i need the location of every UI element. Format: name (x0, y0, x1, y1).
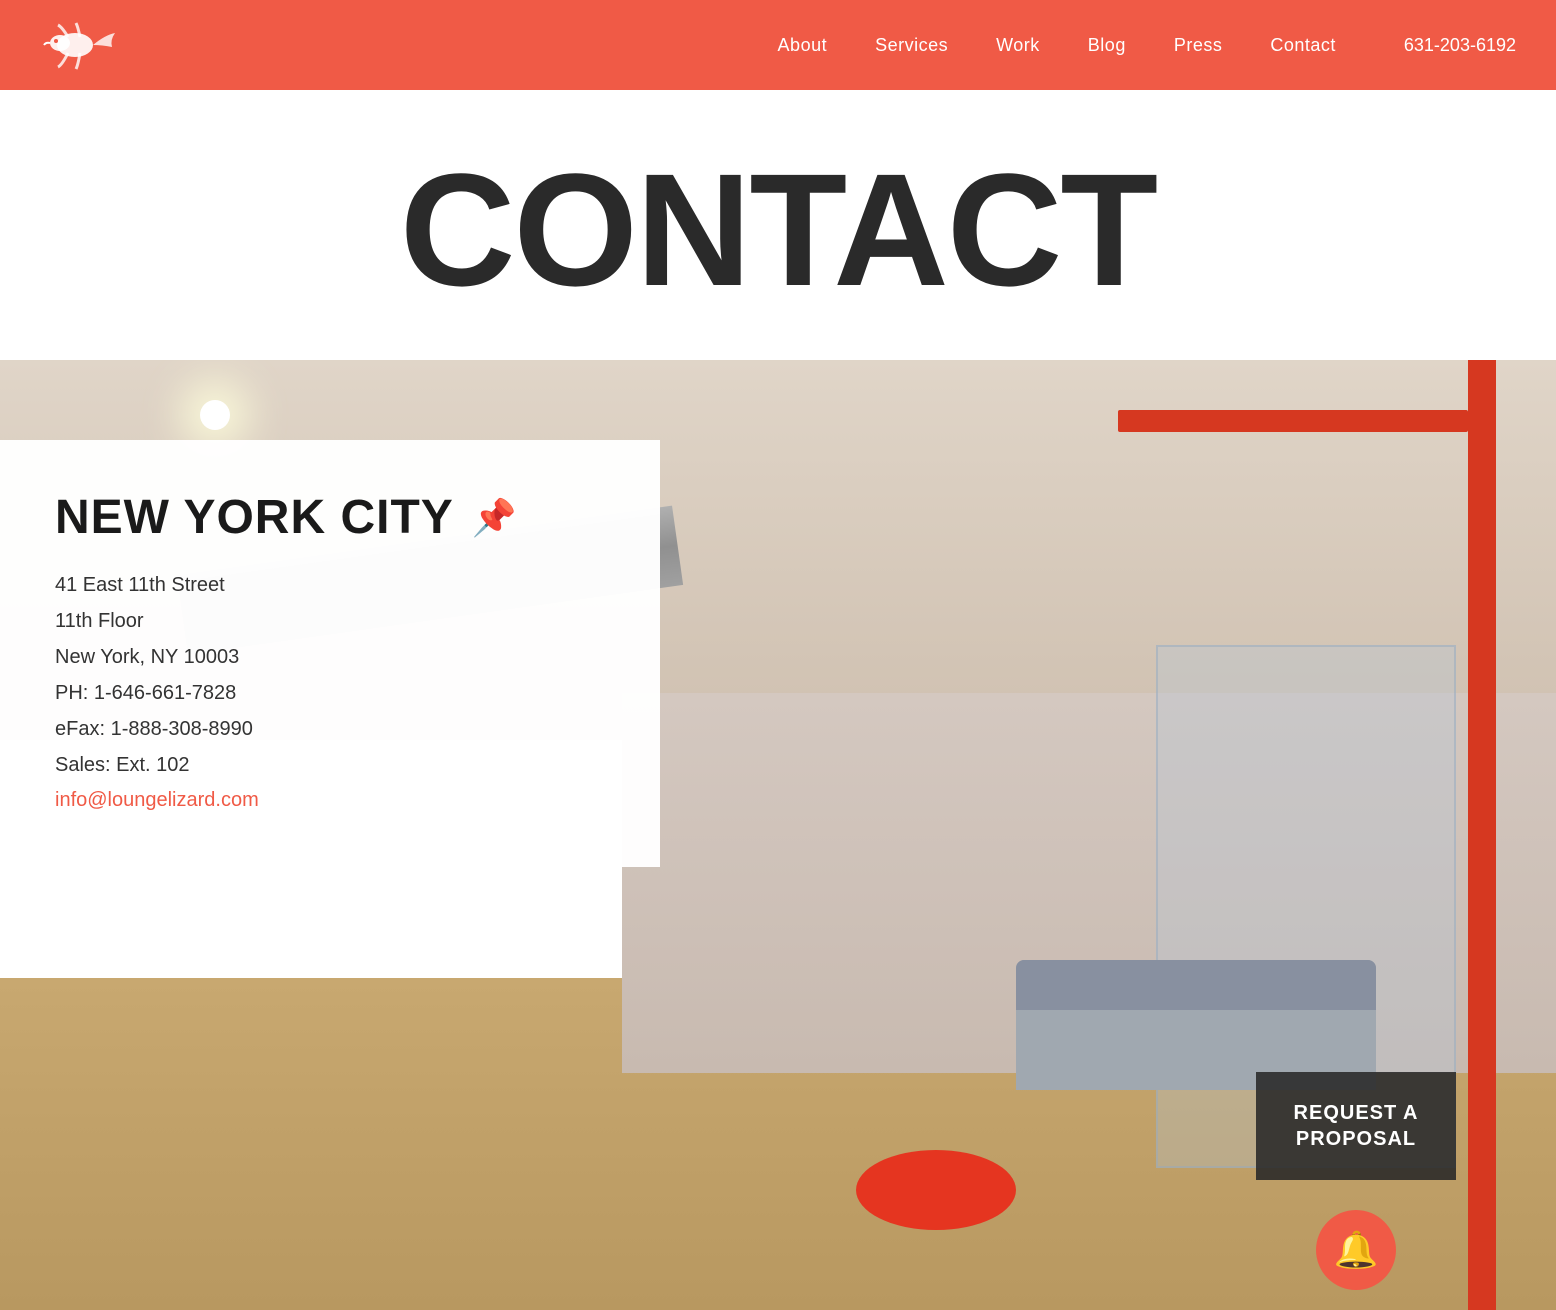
city-name-row: NEW YORK CITY 📌 (55, 490, 605, 545)
pin-icon: 📌 (472, 500, 517, 536)
efax-number: eFax: 1-888-308-8990 (55, 711, 605, 747)
proposal-line2: PROPOSAL (1296, 1128, 1416, 1150)
city-name: NEW YORK CITY (55, 490, 454, 545)
logo-area[interactable] (40, 15, 120, 75)
contact-card: NEW YORK CITY 📌 41 East 11th Street 11th… (0, 440, 660, 867)
logo-icon (40, 15, 120, 75)
red-pipe-horizontal (1118, 410, 1468, 432)
main-nav: About Services Work Blog Press Contact 6… (778, 35, 1516, 56)
sales-ext: Sales: Ext. 102 (55, 747, 605, 783)
main-content: NEW YORK CITY 📌 41 East 11th Street 11th… (0, 360, 1556, 1310)
address-line1: 41 East 11th Street (55, 567, 605, 603)
address-line3: New York, NY 10003 (55, 639, 605, 675)
sofa (1016, 960, 1376, 1090)
nav-contact[interactable]: Contact (1270, 35, 1336, 56)
nav-work[interactable]: Work (996, 35, 1040, 56)
address-line2: 11th Floor (55, 603, 605, 639)
nav-press[interactable]: Press (1174, 35, 1223, 56)
red-pipe-vertical (1468, 360, 1496, 1310)
email-link[interactable]: info@loungelizard.com (55, 789, 605, 812)
bell-icon: 🔔 (1334, 1232, 1379, 1268)
ceiling-light (200, 400, 230, 430)
nav-blog[interactable]: Blog (1088, 35, 1126, 56)
nav-services[interactable]: Services (875, 35, 948, 56)
concierge-button[interactable]: 🔔 (1316, 1210, 1396, 1290)
page-title-section: CONTACT (0, 90, 1556, 360)
header-phone: 631-203-6192 (1404, 35, 1516, 56)
site-header: About Services Work Blog Press Contact 6… (0, 0, 1556, 90)
page-title: CONTACT (0, 150, 1556, 310)
nav-about[interactable]: About (778, 35, 828, 56)
proposal-line1: REQUEST A (1294, 1102, 1419, 1124)
proposal-button[interactable]: REQUEST A PROPOSAL (1256, 1072, 1456, 1180)
red-ottoman (856, 1150, 1016, 1230)
phone-number: PH: 1-646-661-7828 (55, 675, 605, 711)
